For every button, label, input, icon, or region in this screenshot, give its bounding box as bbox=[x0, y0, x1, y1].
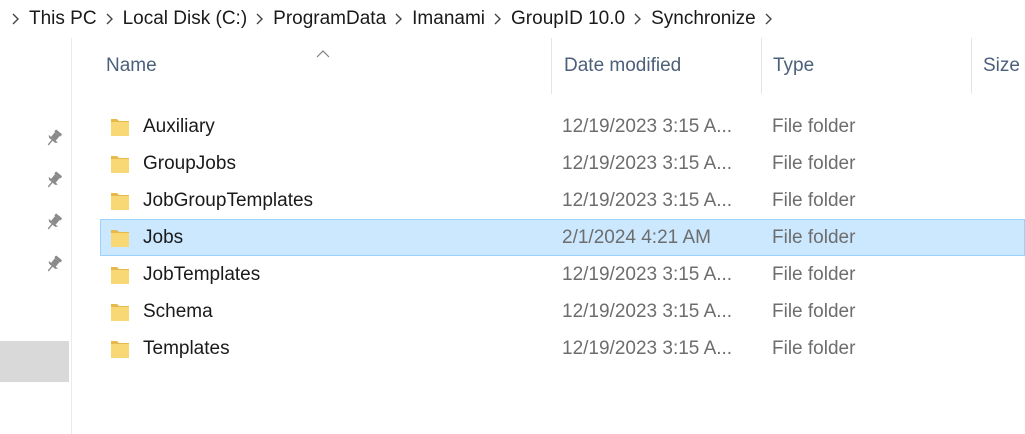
file-name: Schema bbox=[143, 301, 213, 322]
pin-icon[interactable] bbox=[44, 128, 64, 148]
file-type: File folder bbox=[772, 338, 856, 359]
file-type: File folder bbox=[772, 227, 856, 248]
chevron-right-icon[interactable] bbox=[250, 0, 270, 38]
file-name: Jobs bbox=[143, 227, 184, 248]
breadcrumb-item-this-pc[interactable]: This PC bbox=[26, 8, 100, 30]
file-type: File folder bbox=[772, 301, 856, 322]
folder-icon bbox=[110, 227, 130, 249]
column-header-date-label: Date modified bbox=[564, 55, 682, 76]
file-name: GroupJobs bbox=[143, 153, 236, 174]
file-date: 12/19/2023 3:15 A... bbox=[562, 301, 733, 322]
file-date: 12/19/2023 3:15 A... bbox=[562, 153, 733, 174]
folder-icon bbox=[110, 338, 130, 360]
file-type: File folder bbox=[772, 116, 856, 137]
file-row-jobgrouptemplates[interactable]: JobGroupTemplates 12/19/2023 3:15 A... F… bbox=[100, 182, 1025, 219]
folder-icon bbox=[110, 153, 130, 175]
file-date: 12/19/2023 3:15 A... bbox=[562, 190, 733, 211]
file-date: 2/1/2024 4:21 AM bbox=[562, 227, 711, 248]
folder-icon bbox=[110, 264, 130, 286]
column-header-name[interactable]: Name bbox=[106, 38, 546, 94]
breadcrumb-item-groupid[interactable]: GroupID 10.0 bbox=[508, 8, 628, 30]
breadcrumb-item-imanami[interactable]: Imanami bbox=[409, 8, 488, 30]
file-type: File folder bbox=[772, 190, 856, 211]
file-row-schema[interactable]: Schema 12/19/2023 3:15 A... File folder bbox=[100, 293, 1025, 330]
chevron-right-icon[interactable] bbox=[389, 0, 409, 38]
folder-icon bbox=[110, 301, 130, 323]
file-row-jobtemplates[interactable]: JobTemplates 12/19/2023 3:15 A... File f… bbox=[100, 256, 1025, 293]
file-name: Templates bbox=[143, 338, 230, 359]
file-row-groupjobs[interactable]: GroupJobs 12/19/2023 3:15 A... File fold… bbox=[100, 145, 1025, 182]
column-header-size-label: Size bbox=[983, 55, 1020, 76]
column-header-size[interactable]: Size bbox=[971, 38, 1025, 94]
pin-icon[interactable] bbox=[44, 254, 64, 274]
file-type: File folder bbox=[772, 153, 856, 174]
chevron-right-icon[interactable] bbox=[759, 0, 779, 38]
column-header: Name Date modified Type Size bbox=[73, 38, 1025, 94]
file-name: JobTemplates bbox=[143, 264, 261, 285]
file-row-jobs[interactable]: Jobs 2/1/2024 4:21 AM File folder bbox=[100, 219, 1025, 256]
file-name: Auxiliary bbox=[143, 116, 215, 137]
folder-icon bbox=[110, 116, 130, 138]
breadcrumb-item-local-disk[interactable]: Local Disk (C:) bbox=[120, 8, 251, 30]
pin-icon[interactable] bbox=[44, 170, 64, 190]
file-row-templates[interactable]: Templates 12/19/2023 3:15 A... File fold… bbox=[100, 330, 1025, 367]
file-type: File folder bbox=[772, 264, 856, 285]
file-list: Auxiliary 12/19/2023 3:15 A... File fold… bbox=[100, 108, 1025, 367]
file-row-auxiliary[interactable]: Auxiliary 12/19/2023 3:15 A... File fold… bbox=[100, 108, 1025, 145]
column-header-type-label: Type bbox=[773, 55, 815, 76]
breadcrumb: This PC Local Disk (C:) ProgramData Iman… bbox=[0, 0, 1025, 38]
chevron-right-icon[interactable] bbox=[6, 0, 26, 38]
column-header-date-modified[interactable]: Date modified bbox=[551, 38, 761, 94]
breadcrumb-item-synchronize[interactable]: Synchronize bbox=[648, 8, 759, 30]
pin-icon[interactable] bbox=[44, 212, 64, 232]
file-date: 12/19/2023 3:15 A... bbox=[562, 264, 733, 285]
navigation-pane[interactable] bbox=[0, 38, 72, 434]
file-explorer-window: This PC Local Disk (C:) ProgramData Iman… bbox=[0, 0, 1025, 434]
breadcrumb-item-programdata[interactable]: ProgramData bbox=[270, 8, 389, 30]
nav-pane-selected-item[interactable] bbox=[0, 341, 69, 382]
file-date: 12/19/2023 3:15 A... bbox=[562, 338, 733, 359]
file-date: 12/19/2023 3:15 A... bbox=[562, 116, 733, 137]
file-name: JobGroupTemplates bbox=[143, 190, 314, 211]
folder-icon bbox=[110, 190, 130, 212]
chevron-right-icon[interactable] bbox=[628, 0, 648, 38]
column-header-type[interactable]: Type bbox=[761, 38, 971, 94]
chevron-right-icon[interactable] bbox=[488, 0, 508, 38]
chevron-right-icon[interactable] bbox=[100, 0, 120, 38]
column-header-name-label: Name bbox=[106, 55, 157, 76]
